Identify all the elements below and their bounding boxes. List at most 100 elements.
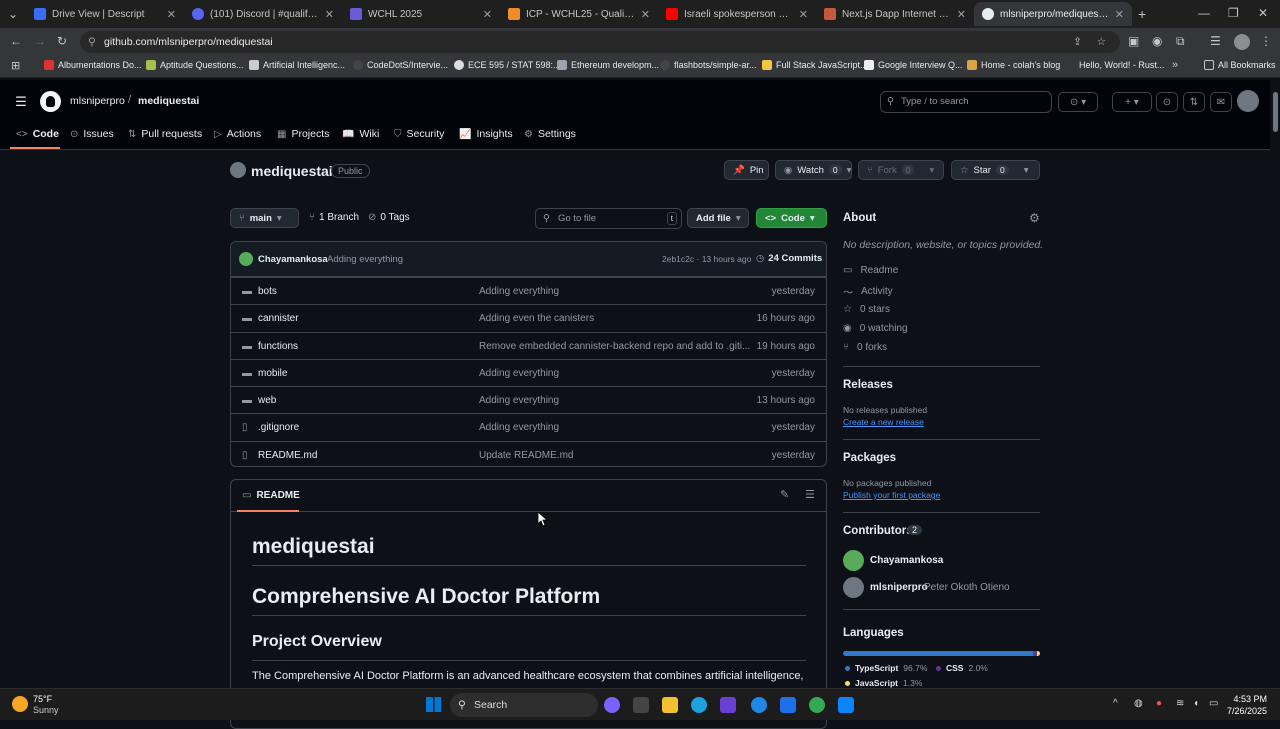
more-menu-icon[interactable]: ⋮	[1260, 34, 1272, 48]
contributor-avatar[interactable]	[843, 577, 864, 598]
copilot-icon[interactable]	[604, 697, 620, 713]
microphone-icon[interactable]: ●	[1156, 698, 1162, 709]
notepad-icon[interactable]	[780, 697, 796, 713]
commit-hash-time[interactable]: 2eb1c2c · 13 hours ago	[662, 254, 751, 264]
search-input[interactable]: ⚲ Type / to search	[880, 91, 1052, 113]
tab-icp[interactable]: ICP - WCHL25 - Qualification R ✕	[500, 2, 658, 26]
bookmark-item[interactable]: Ethereum developm...	[557, 60, 659, 70]
bookmark-item[interactable]: ECE 595 / STAT 598:...	[454, 60, 561, 70]
tab-security[interactable]: ⛉ Security	[394, 128, 444, 140]
file-commit-message[interactable]: Adding everything	[479, 422, 559, 433]
breadcrumb-owner[interactable]: mlsniperpro	[70, 95, 125, 107]
maximize-icon[interactable]: ❐	[1228, 6, 1239, 20]
close-icon[interactable]: ✕	[1115, 8, 1124, 21]
tab-projects[interactable]: ▦ Projects	[277, 128, 329, 140]
watch-button[interactable]: ◉ Watch 0 ▾	[775, 160, 852, 180]
scrollbar-thumb[interactable]	[1273, 92, 1278, 132]
file-name[interactable]: mobile	[258, 368, 287, 379]
github-logo-icon[interactable]	[40, 91, 61, 112]
language-item[interactable]: TypeScript 96.7%	[845, 663, 927, 673]
extensions-puzzle-icon[interactable]: ⧉	[1176, 34, 1185, 49]
tray-overflow-icon[interactable]: ^	[1113, 698, 1118, 709]
commit-author[interactable]: Chayamankosa	[258, 254, 328, 265]
weather-desc[interactable]: Sunny	[33, 705, 59, 715]
battery-icon[interactable]: ▭	[1209, 698, 1218, 709]
watching-link[interactable]: ◉ 0 watching	[843, 323, 908, 334]
bookmark-item[interactable]: flashbots/simple-ar...	[660, 60, 757, 70]
publish-package-link[interactable]: Publish your first package	[843, 490, 940, 500]
tab-search-icon[interactable]: ⌄	[8, 7, 18, 21]
file-commit-message[interactable]: Remove embedded cannister-backend repo a…	[479, 341, 750, 352]
inbox-icon[interactable]: ✉	[1210, 92, 1232, 112]
outline-list-icon[interactable]: ☰	[805, 488, 815, 501]
all-bookmarks[interactable]: All Bookmarks	[1204, 60, 1276, 70]
bookmark-item[interactable]: Artificial Intelligenc...	[249, 60, 345, 70]
readme-tab[interactable]: ▭ README	[242, 490, 300, 501]
reload-icon[interactable]: ↻	[57, 34, 67, 48]
windows-start-icon[interactable]	[426, 697, 441, 712]
volume-icon[interactable]: ◖	[1193, 698, 1199, 709]
extension-icon[interactable]: ▣	[1128, 34, 1139, 48]
gear-icon[interactable]: ⚙	[1029, 211, 1040, 225]
tab-settings[interactable]: ⚙ Settings	[524, 128, 576, 140]
site-info-icon[interactable]: ⚲	[88, 31, 96, 53]
tab-pull-requests[interactable]: ⇅ Pull requests	[128, 128, 202, 140]
tab-nextjs[interactable]: Next.js Dapp Internet Identity A ✕	[816, 2, 974, 26]
tab-youtube[interactable]: Israeli spokesperson challenge ✕	[658, 2, 816, 26]
contributor-login[interactable]: mlsniperpro	[870, 582, 928, 593]
address-bar[interactable]: ⚲ github.com/mlsniperpro/mediquestai ⇪ ☆	[80, 31, 1120, 53]
app-icon[interactable]	[838, 697, 854, 713]
task-view-icon[interactable]	[633, 697, 649, 713]
add-file-button[interactable]: Add file ▾	[687, 208, 749, 228]
create-release-link[interactable]: Create a new release	[843, 417, 924, 427]
user-avatar[interactable]	[1237, 90, 1259, 112]
branch-selector[interactable]: ⑂ main ▾	[230, 208, 299, 228]
forks-link[interactable]: ⑂ 0 forks	[843, 342, 887, 353]
file-name[interactable]: .gitignore	[258, 422, 299, 433]
bookmark-item[interactable]: Hello, World! - Rust...	[1079, 60, 1164, 70]
install-icon[interactable]: ⇪	[1073, 31, 1082, 53]
owner-avatar[interactable]	[230, 162, 246, 178]
contributors-heading[interactable]: Contributors	[843, 525, 913, 537]
edge-icon[interactable]	[691, 697, 707, 713]
go-to-file-input[interactable]: ⚲ Go to file t	[535, 208, 682, 229]
extension-icon[interactable]: ◉	[1152, 34, 1162, 48]
commits-link[interactable]: ◷ 24 Commits	[756, 253, 822, 264]
edit-pencil-icon[interactable]: ✎	[780, 488, 789, 501]
releases-heading[interactable]: Releases	[843, 379, 893, 391]
activity-link[interactable]: 〜 Activity	[843, 284, 893, 299]
profile-avatar[interactable]	[1234, 34, 1250, 50]
more-bookmarks-icon[interactable]: »	[1172, 59, 1178, 71]
tab-github-active[interactable]: mlsniperpro/mediquestai ✕	[974, 2, 1132, 26]
tab-actions[interactable]: ▷ Actions	[214, 128, 261, 140]
file-commit-message[interactable]: Update README.md	[479, 450, 573, 461]
file-commit-message[interactable]: Adding everything	[479, 368, 559, 379]
table-row[interactable]: ▯ README.md Update README.md yesterday	[231, 440, 826, 466]
bookmark-item[interactable]: Aptitude Questions...	[146, 60, 244, 70]
table-row[interactable]: ▬ cannister Adding even the canisters 16 ho…	[231, 304, 826, 331]
forward-icon[interactable]: →	[34, 34, 46, 48]
readme-link[interactable]: ▭ Readme	[843, 265, 898, 276]
taskbar-search[interactable]: ⚲ Search	[450, 693, 598, 717]
file-name[interactable]: README.md	[258, 450, 317, 461]
tray-app-icon[interactable]: ◍	[1134, 698, 1143, 709]
file-explorer-icon[interactable]	[662, 697, 678, 713]
bookmark-item[interactable]: Albumentations Do...	[44, 60, 142, 70]
weather-sun-icon[interactable]	[12, 696, 28, 712]
clock-time[interactable]: 4:53 PM	[1231, 694, 1267, 704]
issues-icon[interactable]: ⊙	[1156, 92, 1178, 112]
language-item[interactable]: JavaScript 1.3%	[845, 678, 922, 688]
copilot-button[interactable]: ⊙ ▾	[1058, 92, 1098, 112]
tab-insights[interactable]: 📈 Insights	[459, 128, 513, 140]
hamburger-menu-icon[interactable]: ☰	[10, 92, 32, 112]
tab-code[interactable]: <> Code	[16, 128, 59, 140]
weather-temp[interactable]: 75°F	[33, 694, 52, 704]
close-icon[interactable]: ✕	[957, 8, 966, 21]
tab-wchl[interactable]: WCHL 2025 ✕	[342, 2, 500, 26]
pin-button[interactable]: 📌 Pin	[724, 160, 769, 180]
pull-requests-icon[interactable]: ⇅	[1183, 92, 1205, 112]
file-commit-message[interactable]: Adding even the canisters	[479, 313, 594, 324]
chrome-icon[interactable]	[809, 697, 825, 713]
file-name[interactable]: cannister	[258, 313, 299, 324]
stars-link[interactable]: ☆ 0 stars	[843, 304, 890, 315]
